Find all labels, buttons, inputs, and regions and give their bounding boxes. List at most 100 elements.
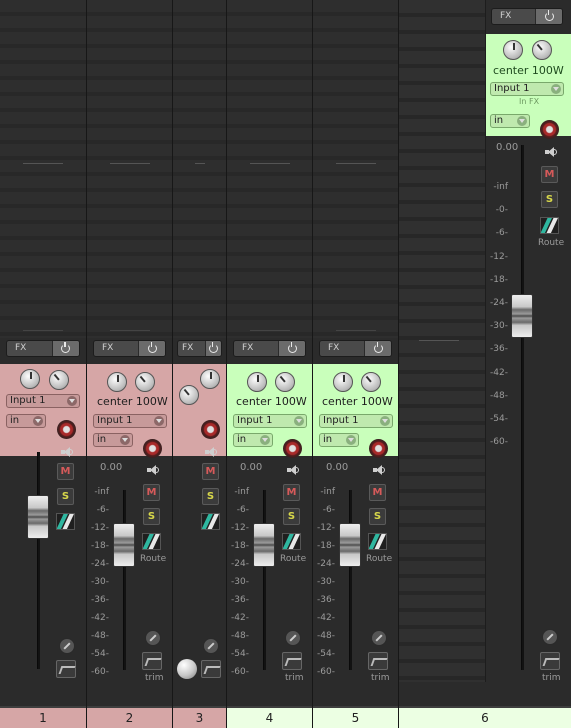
track-number[interactable]: 2	[87, 706, 172, 728]
solo-button[interactable]: S	[202, 488, 219, 505]
input-select[interactable]: Input 1	[6, 394, 80, 408]
speaker-icon[interactable]	[287, 465, 299, 475]
fx-list[interactable]	[87, 0, 172, 338]
speaker-icon[interactable]	[61, 447, 73, 457]
fx-button[interactable]: FX	[93, 340, 166, 357]
route-button[interactable]	[282, 533, 301, 550]
volume-fader[interactable]	[511, 294, 533, 338]
record-arm-button[interactable]	[540, 120, 559, 139]
speaker-icon[interactable]	[147, 465, 159, 475]
record-arm-button[interactable]	[143, 439, 162, 458]
volume-fader[interactable]	[113, 523, 135, 567]
volume-knob[interactable]	[200, 369, 220, 389]
fx-bypass-button[interactable]	[51, 341, 79, 356]
input-select[interactable]: Input 1	[233, 414, 307, 428]
automation-button[interactable]	[368, 652, 388, 670]
fx-list[interactable]	[399, 0, 486, 682]
track-header	[173, 364, 226, 456]
mute-button[interactable]: M	[541, 166, 558, 183]
track-number[interactable]: 4	[227, 706, 312, 728]
env-button[interactable]	[145, 630, 161, 646]
fx-button[interactable]: FX	[6, 340, 80, 357]
pan-knob[interactable]	[532, 40, 552, 60]
mute-button[interactable]: M	[143, 484, 160, 501]
volume-knob[interactable]	[107, 372, 127, 392]
monitor-select[interactable]: in	[93, 433, 133, 447]
fader-scale: -inf -0- -6- -12- -18- -24- -30- -36- -42- -48- -5…	[490, 182, 508, 448]
fx-button[interactable]: FX	[233, 340, 306, 357]
automation-button[interactable]	[540, 652, 560, 670]
record-arm-button[interactable]	[369, 439, 388, 458]
mute-button[interactable]: M	[202, 463, 219, 480]
env-button[interactable]	[203, 638, 219, 654]
automation-button[interactable]	[142, 652, 162, 670]
automation-button[interactable]	[282, 652, 302, 670]
fx-bypass-button[interactable]	[278, 341, 305, 356]
record-arm-button[interactable]	[201, 420, 220, 439]
track-number[interactable]: 5	[313, 706, 398, 728]
solo-button[interactable]: S	[143, 508, 160, 525]
solo-button[interactable]: S	[283, 508, 300, 525]
speaker-icon[interactable]	[373, 465, 385, 475]
pan-knob[interactable]	[275, 372, 295, 392]
track-number[interactable]: 1	[0, 706, 86, 728]
pan-label: center 100W	[322, 395, 393, 408]
input-select[interactable]: Input 1	[319, 414, 393, 428]
volume-fader[interactable]	[339, 523, 361, 567]
track-number[interactable]: 6	[399, 706, 571, 728]
fx-list[interactable]	[0, 0, 86, 338]
monitor-select[interactable]: in	[6, 414, 46, 428]
fx-bypass-button[interactable]	[204, 341, 221, 356]
fx-button[interactable]: FX	[491, 8, 563, 25]
route-button[interactable]	[201, 513, 220, 530]
volume-knob[interactable]	[20, 369, 40, 389]
power-icon	[373, 342, 383, 353]
volume-knob[interactable]	[503, 40, 523, 60]
pan-knob[interactable]	[135, 372, 155, 392]
monitor-select[interactable]: in	[319, 433, 359, 447]
route-button[interactable]	[56, 513, 75, 530]
env-button[interactable]	[59, 638, 75, 654]
volume-knob[interactable]	[247, 372, 267, 392]
mute-button[interactable]: M	[283, 484, 300, 501]
fx-list[interactable]	[173, 0, 226, 338]
env-button[interactable]	[542, 629, 558, 645]
fx-list[interactable]	[227, 0, 312, 338]
track-number[interactable]: 3	[173, 706, 226, 728]
automation-button[interactable]	[201, 660, 221, 678]
fx-bypass-button[interactable]	[535, 9, 562, 24]
fx-list[interactable]	[313, 0, 398, 338]
input-select[interactable]: Input 1	[490, 82, 564, 96]
speaker-icon[interactable]	[205, 447, 217, 457]
pan-knob[interactable]	[49, 370, 69, 390]
record-arm-button[interactable]	[57, 420, 76, 439]
fx-bypass-button[interactable]	[138, 341, 165, 356]
volume-knob-small[interactable]	[177, 659, 197, 679]
volume-fader[interactable]	[27, 495, 49, 539]
fx-button[interactable]: FX	[319, 340, 392, 357]
env-button[interactable]	[371, 630, 387, 646]
route-button[interactable]	[540, 217, 559, 234]
mute-button[interactable]: M	[57, 463, 74, 480]
solo-button[interactable]: S	[369, 508, 386, 525]
speaker-icon[interactable]	[545, 147, 557, 157]
volume-fader[interactable]	[253, 523, 275, 567]
env-button[interactable]	[285, 630, 301, 646]
input-select[interactable]: Input 1	[93, 414, 167, 428]
route-button[interactable]	[368, 533, 387, 550]
fx-bypass-button[interactable]	[364, 341, 391, 356]
solo-button[interactable]: S	[541, 191, 558, 208]
fx-button[interactable]: FX	[177, 340, 222, 357]
fader-scale: -inf -6- -12- -18- -24- -30- -36- -42- -48- -54- -…	[91, 487, 109, 677]
solo-button[interactable]: S	[57, 488, 74, 505]
volume-knob[interactable]	[333, 372, 353, 392]
monitor-select[interactable]: in	[233, 433, 273, 447]
mute-button[interactable]: M	[369, 484, 386, 501]
pan-knob[interactable]	[361, 372, 381, 392]
route-button[interactable]	[142, 533, 161, 550]
record-arm-button[interactable]	[283, 439, 302, 458]
monitor-select[interactable]: in	[490, 114, 530, 128]
pan-knob[interactable]	[179, 385, 199, 405]
automation-button[interactable]	[56, 660, 76, 678]
fader-scale: -inf -6- -12- -18- -24- -30- -36- -42- -48- -54- -…	[317, 487, 335, 677]
